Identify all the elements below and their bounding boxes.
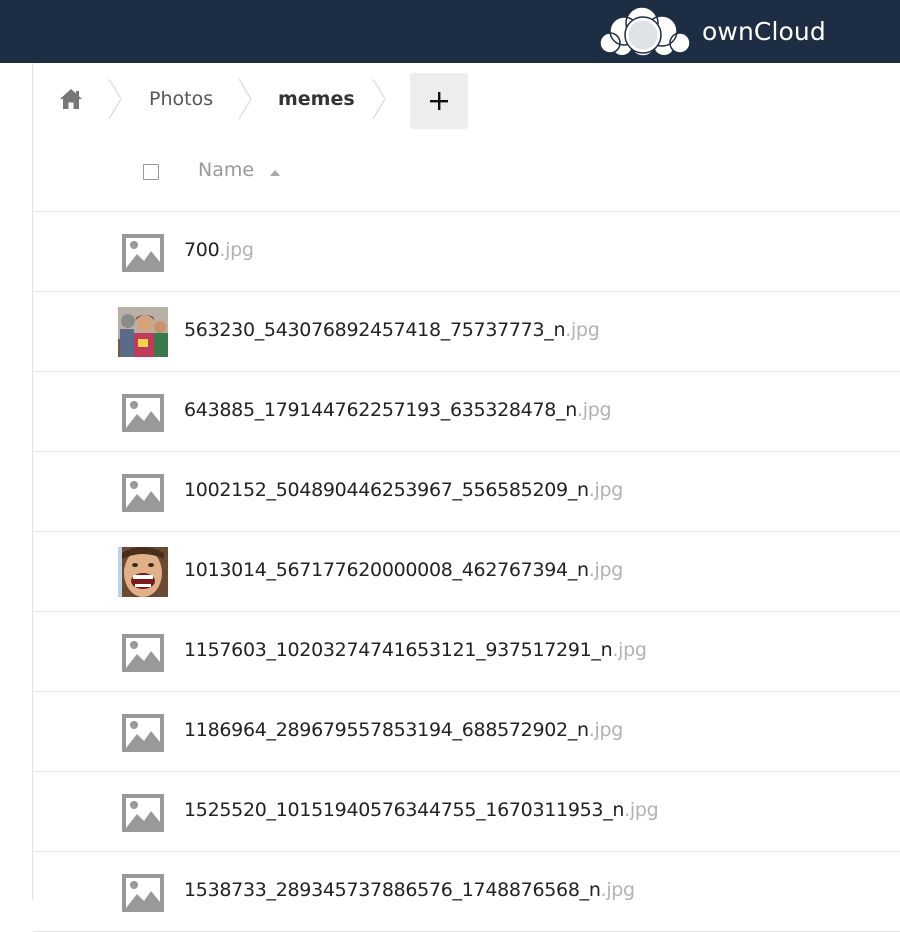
image-placeholder-icon: [122, 394, 164, 432]
file-row[interactable]: 1157603_10203274741653121_937517291_n.jp…: [33, 612, 900, 692]
file-row[interactable]: 643885_179144762257193_635328478_n.jpg: [33, 372, 900, 452]
breadcrumb-item-memes[interactable]: memes: [278, 63, 355, 135]
file-extension: .jpg: [565, 319, 600, 341]
file-extension: .jpg: [219, 239, 254, 261]
file-thumbnail: [120, 630, 166, 676]
name-column-header[interactable]: Name: [198, 159, 254, 181]
file-list-header: Name: [33, 135, 900, 212]
file-basename: 1013014_567177620000008_462767394_n: [184, 559, 589, 581]
file-thumbnail: [120, 470, 166, 516]
file-row[interactable]: 1002152_504890446253967_556585209_n.jpg: [33, 452, 900, 532]
photo-thumbnail-group: [118, 307, 168, 357]
sort-ascending-icon[interactable]: [269, 169, 281, 177]
home-icon: [60, 89, 82, 109]
file-row[interactable]: 563230_543076892457418_75737773_n.jpg: [33, 292, 900, 372]
breadcrumb-item-photos[interactable]: Photos: [149, 63, 213, 135]
breadcrumb-label: memes: [278, 88, 355, 110]
file-list: 700.jpg 563230_543076892457418_75737773_…: [33, 212, 900, 932]
file-row[interactable]: 1186964_289679557853194_688572902_n.jpg: [33, 692, 900, 772]
breadcrumb-home[interactable]: [59, 63, 83, 135]
brand-name: ownCloud: [702, 16, 826, 46]
file-extension: .jpg: [624, 799, 659, 821]
file-thumbnail: [120, 230, 166, 276]
file-name[interactable]: 1186964_289679557853194_688572902_n.jpg: [184, 719, 623, 741]
file-basename: 1525520_10151940576344755_1670311953_n: [184, 799, 625, 821]
plus-icon: [430, 92, 448, 110]
image-placeholder-icon: [122, 714, 164, 752]
file-thumbnail: [120, 710, 166, 756]
file-extension: .jpg: [588, 719, 624, 741]
controls-bar: Photos memes: [33, 63, 900, 135]
top-header: ownCloud: [0, 0, 900, 63]
image-placeholder-icon: [122, 474, 164, 512]
file-extension: .jpg: [588, 479, 624, 501]
file-basename: 700: [184, 239, 220, 261]
file-name[interactable]: 1013014_567177620000008_462767394_n.jpg: [184, 559, 623, 581]
breadcrumb-label: Photos: [149, 88, 214, 110]
cloud-logo-icon: [599, 6, 691, 57]
breadcrumb-separator: [372, 78, 386, 120]
file-basename: 1186964_289679557853194_688572902_n: [184, 719, 589, 741]
image-placeholder-icon: [122, 794, 164, 832]
photo-thumbnail-face: [118, 547, 168, 597]
file-basename: 1157603_10203274741653121_937517291_n: [184, 639, 613, 661]
file-extension: .jpg: [588, 559, 624, 581]
breadcrumb-separator: [238, 78, 252, 120]
file-row[interactable]: 700.jpg: [33, 212, 900, 292]
file-extension: .jpg: [577, 399, 612, 421]
file-basename: 563230_543076892457418_75737773_n: [184, 319, 566, 341]
breadcrumb-separator: [108, 78, 122, 120]
file-row[interactable]: 1013014_567177620000008_462767394_n.jpg: [33, 532, 900, 612]
new-button[interactable]: [410, 73, 468, 129]
file-basename: 1002152_504890446253967_556585209_n: [184, 479, 589, 501]
select-all-checkbox[interactable]: [143, 164, 159, 180]
file-name[interactable]: 1002152_504890446253967_556585209_n.jpg: [184, 479, 623, 501]
file-name[interactable]: 1525520_10151940576344755_1670311953_n.j…: [184, 799, 659, 821]
file-row[interactable]: 1538733_289345737886576_1748876568_n.jpg: [33, 852, 900, 932]
file-extension: .jpg: [612, 639, 647, 661]
image-placeholder-icon: [122, 874, 164, 912]
file-row[interactable]: 1525520_10151940576344755_1670311953_n.j…: [33, 772, 900, 852]
image-placeholder-icon: [122, 634, 164, 672]
file-thumbnail: [118, 307, 168, 357]
file-thumbnail: [120, 390, 166, 436]
file-name[interactable]: 563230_543076892457418_75737773_n.jpg: [184, 319, 600, 341]
file-basename: 643885_179144762257193_635328478_n: [184, 399, 577, 421]
owncloud-logo[interactable]: ownCloud: [598, 5, 826, 57]
file-thumbnail: [120, 790, 166, 836]
file-name[interactable]: 1538733_289345737886576_1748876568_n.jpg: [184, 879, 635, 901]
file-thumbnail: [120, 870, 166, 916]
file-name[interactable]: 700.jpg: [184, 239, 254, 261]
file-name[interactable]: 1157603_10203274741653121_937517291_n.jp…: [184, 639, 647, 661]
image-placeholder-icon: [122, 234, 164, 272]
file-thumbnail: [118, 547, 168, 597]
file-name[interactable]: 643885_179144762257193_635328478_n.jpg: [184, 399, 612, 421]
file-extension: .jpg: [600, 879, 636, 901]
file-basename: 1538733_289345737886576_1748876568_n: [184, 879, 601, 901]
